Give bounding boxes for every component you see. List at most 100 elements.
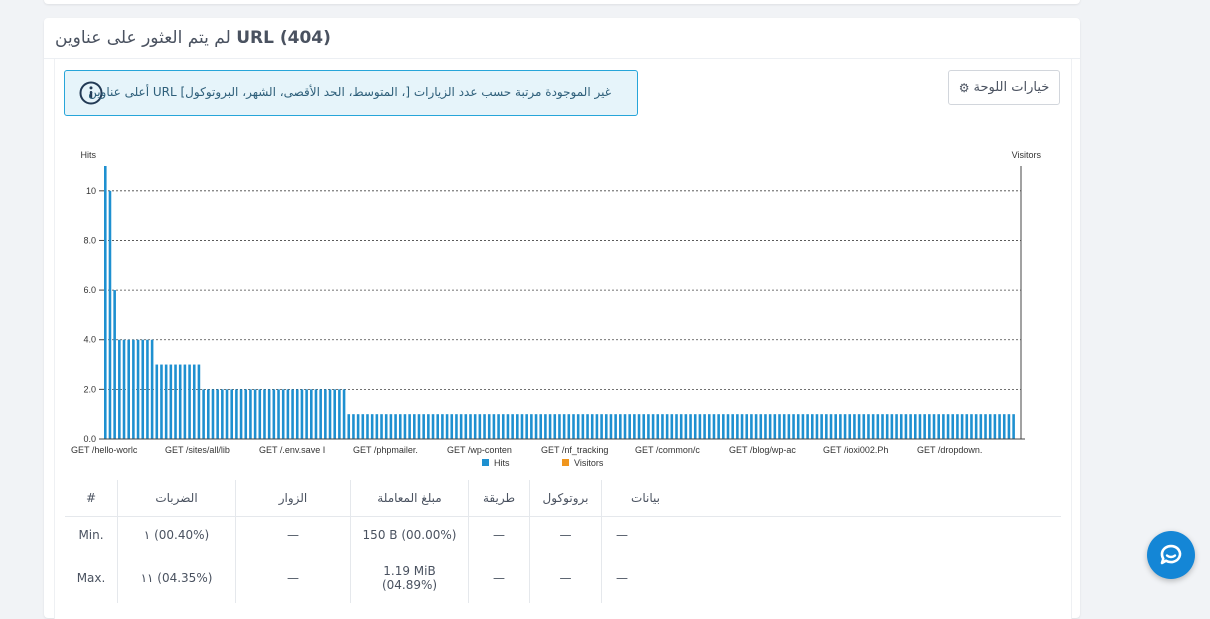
hits-bar[interactable] [464, 414, 468, 439]
hits-bar[interactable] [553, 414, 557, 439]
hits-bar[interactable] [253, 389, 257, 439]
hits-bar[interactable] [366, 414, 369, 439]
hits-bar[interactable] [881, 414, 884, 439]
hits-bar[interactable] [909, 414, 912, 439]
hits-bar[interactable] [918, 414, 922, 439]
hits-bar[interactable] [810, 414, 814, 439]
hits-bar[interactable] [136, 339, 140, 439]
hits-bar[interactable] [183, 364, 187, 439]
hits-bar[interactable] [244, 389, 248, 439]
hits-bar[interactable] [946, 414, 950, 439]
hits-bar[interactable] [923, 414, 926, 439]
hits-bar[interactable] [108, 190, 112, 439]
hits-bar[interactable] [956, 414, 959, 439]
hits-bar[interactable] [773, 414, 777, 439]
hits-bar[interactable] [1007, 414, 1011, 439]
hits-bar[interactable] [764, 414, 767, 439]
hits-bar[interactable] [904, 414, 908, 439]
hits-bar[interactable] [623, 414, 627, 439]
hits-bar[interactable] [754, 414, 758, 439]
hits-bar[interactable] [548, 414, 552, 439]
hits-bar[interactable] [633, 414, 636, 439]
hits-bar[interactable] [459, 414, 463, 439]
hits-bar[interactable] [928, 414, 931, 439]
hits-bar[interactable] [679, 414, 683, 439]
hits-bar[interactable] [258, 389, 262, 439]
hits-bar[interactable] [319, 389, 322, 439]
hits-bar[interactable] [689, 414, 692, 439]
hits-bar[interactable] [127, 339, 130, 439]
hits-bar[interactable] [160, 364, 163, 439]
hits-bar[interactable] [384, 414, 388, 439]
hits-bar[interactable] [722, 414, 725, 439]
hits-bar[interactable] [300, 389, 304, 439]
hits-bar[interactable] [857, 414, 861, 439]
hits-bar[interactable] [974, 414, 978, 439]
hits-bar[interactable] [122, 339, 126, 439]
hits-bar[interactable] [174, 364, 177, 439]
hits-bar[interactable] [871, 414, 875, 439]
hits-bar[interactable] [960, 414, 964, 439]
hits-bar[interactable] [707, 414, 711, 439]
hits-bar[interactable] [534, 414, 538, 439]
hits-bar[interactable] [637, 414, 641, 439]
hits-bar[interactable] [398, 414, 402, 439]
hits-bar[interactable] [403, 414, 407, 439]
hits-bar[interactable] [820, 414, 823, 439]
hits-bar[interactable] [104, 166, 107, 439]
hits-bar[interactable] [600, 414, 603, 439]
hits-bar[interactable] [338, 389, 341, 439]
col-header-hits[interactable]: الضربات [117, 480, 236, 517]
hits-bar[interactable] [155, 364, 159, 439]
hits-bar[interactable] [436, 414, 440, 439]
hits-bar[interactable] [146, 339, 149, 439]
hits-bar[interactable] [221, 389, 224, 439]
hits-bar[interactable] [441, 414, 444, 439]
hits-bar[interactable] [272, 389, 276, 439]
hits-bar[interactable] [408, 414, 411, 439]
hits-bar[interactable] [361, 414, 365, 439]
hits-bar[interactable] [281, 389, 285, 439]
hits-bar[interactable] [431, 414, 435, 439]
hits-bar[interactable] [1002, 414, 1006, 439]
hits-bar[interactable] [731, 414, 734, 439]
hits-bar[interactable] [192, 364, 196, 439]
hits-bar[interactable] [843, 414, 847, 439]
hits-bar[interactable] [796, 414, 800, 439]
hits-bar[interactable] [310, 389, 313, 439]
hits-bar[interactable] [899, 414, 903, 439]
hits-bar[interactable] [277, 389, 280, 439]
hits-bar[interactable] [567, 414, 571, 439]
col-header-method[interactable]: طريقة [468, 480, 530, 517]
hits-bar[interactable] [745, 414, 749, 439]
hits-bar[interactable] [684, 414, 688, 439]
hits-bar[interactable] [586, 414, 589, 439]
hits-bar[interactable] [483, 414, 486, 439]
hits-bar[interactable] [839, 414, 842, 439]
hits-bar[interactable] [993, 414, 997, 439]
hits-bar[interactable] [628, 414, 631, 439]
hits-bar[interactable] [647, 414, 650, 439]
hits-bar[interactable] [913, 414, 917, 439]
hits-bar[interactable] [291, 389, 294, 439]
hits-bar[interactable] [324, 389, 327, 439]
hits-bar[interactable] [782, 414, 786, 439]
hits-bar[interactable] [932, 414, 936, 439]
hits-bar[interactable] [693, 414, 697, 439]
hits-bar[interactable] [413, 414, 416, 439]
hits-bar[interactable] [937, 414, 940, 439]
hits-bar[interactable] [651, 414, 655, 439]
hits-bar[interactable] [305, 389, 308, 439]
hits-bar[interactable] [132, 339, 135, 439]
hits-bar[interactable] [169, 364, 173, 439]
hits-bar[interactable] [178, 364, 182, 439]
hits-bar[interactable] [197, 364, 201, 439]
hits-bar[interactable] [736, 414, 739, 439]
hits-bar[interactable] [717, 414, 720, 439]
hits-bar[interactable] [497, 414, 500, 439]
hits-bar[interactable] [164, 364, 168, 439]
hits-bar[interactable] [539, 414, 543, 439]
hits-bar[interactable] [417, 414, 421, 439]
hits-bar[interactable] [885, 414, 889, 439]
hits-bar[interactable] [604, 414, 608, 439]
